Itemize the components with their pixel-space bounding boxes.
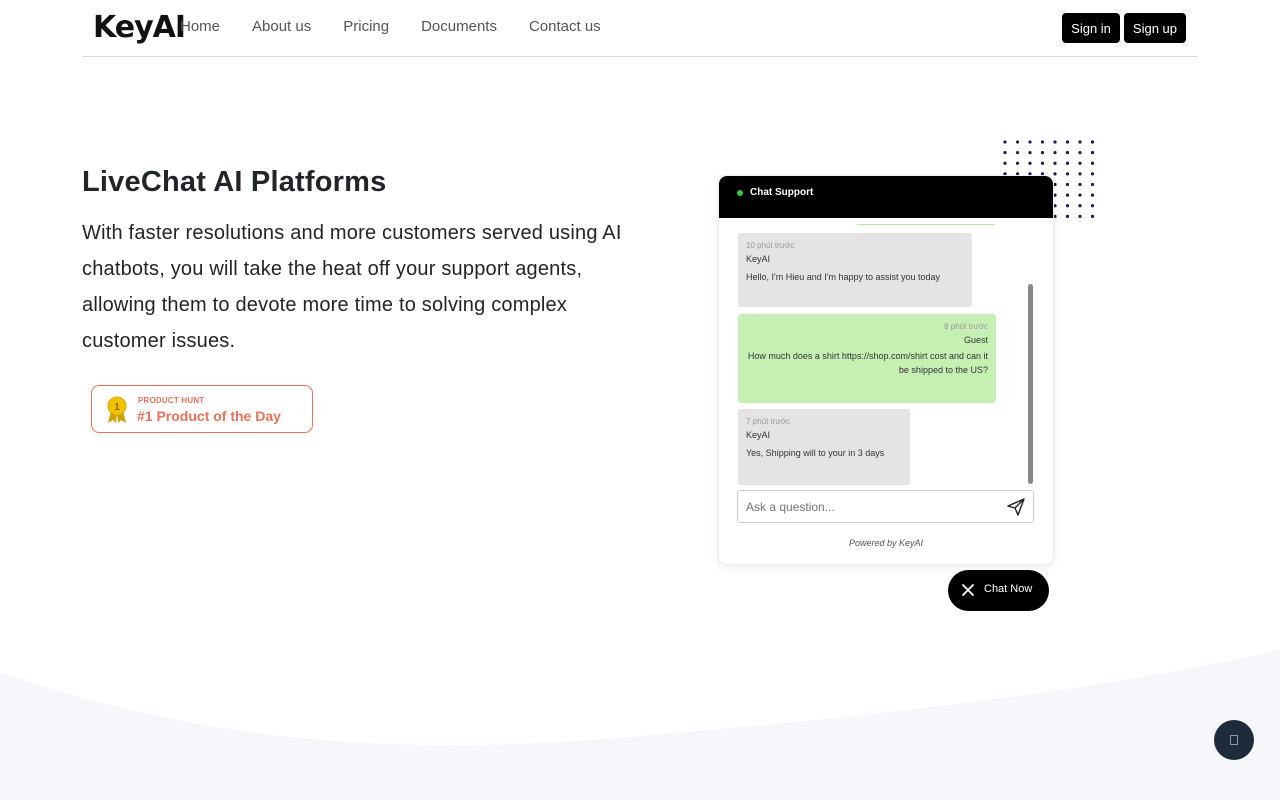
decorative-dot: [1065, 140, 1070, 144]
product-hunt-title: #1 Product of the Day: [137, 408, 281, 424]
chat-now-button[interactable]: Chat Now: [948, 570, 1049, 611]
message-time: 7 phút trước: [746, 417, 790, 426]
chat-header: Chat Support: [719, 176, 1053, 218]
decorative-dot: [1015, 151, 1020, 155]
message-text: Yes, Shipping will to your in 3 days: [746, 448, 885, 458]
medal-rank: 1: [114, 402, 120, 413]
decorative-dot: [1090, 151, 1095, 155]
message-text: Hello, I'm Hieu and I'm happy to assist …: [746, 272, 941, 282]
arrow-up-icon: [1230, 735, 1238, 745]
scroll-to-top-button[interactable]: [1214, 720, 1254, 760]
decorative-dot: [1090, 140, 1095, 144]
decorative-dot: [1090, 214, 1095, 218]
divider: [857, 224, 995, 225]
decorative-dot: [1003, 151, 1007, 155]
decorative-dot: [1028, 140, 1032, 144]
decorative-dot: [1078, 151, 1082, 155]
nav-link-home[interactable]: Home: [180, 18, 220, 35]
decorative-dot: [1015, 140, 1020, 144]
decorative-dot: [1065, 172, 1070, 176]
decorative-dot: [1065, 214, 1070, 218]
decorative-dot: [1053, 161, 1057, 165]
decorative-dot: [1090, 172, 1095, 176]
chat-message: 10 phút trước KeyAI Hello, I'm Hieu and …: [738, 233, 972, 307]
close-icon: [962, 584, 974, 596]
decorative-dot: [1065, 204, 1070, 208]
decorative-dot: [1065, 151, 1070, 155]
chat-message: 8 phút trước Guest How much does a shirt…: [738, 314, 996, 403]
decorative-dot: [1078, 193, 1082, 197]
sign-in-button[interactable]: Sign in: [1062, 13, 1120, 43]
nav-link-contact-us[interactable]: Contact us: [529, 18, 601, 35]
decorative-dot: [1028, 151, 1032, 155]
chat-message: 7 phút trước KeyAI Yes, Shipping will to…: [738, 409, 910, 485]
chat-widget-preview: Chat Support 10 phút trước KeyAI Hello, …: [718, 175, 1054, 565]
product-hunt-label: PRODUCT HUNT: [138, 396, 205, 405]
top-navigation: KeyAI Home About us Pricing Documents Co…: [82, 0, 1198, 57]
decorative-dot: [1065, 182, 1070, 187]
decorative-dot: [1053, 151, 1057, 155]
hero-title: LiveChat AI Platforms: [82, 166, 387, 198]
logo-text: KeyAI: [93, 10, 186, 45]
decorative-dot: [1090, 161, 1095, 165]
chat-question-input[interactable]: [737, 490, 1034, 523]
nav-link-about-us[interactable]: About us: [252, 18, 311, 35]
medal-icon: 1: [107, 396, 127, 423]
message-sender: KeyAI: [746, 254, 771, 264]
decorative-dot: [1040, 151, 1045, 155]
decorative-dot: [1078, 172, 1082, 176]
decorative-dot: [1053, 172, 1057, 176]
decorative-dot: [1040, 161, 1045, 165]
decorative-dot: [1078, 204, 1082, 208]
logo[interactable]: KeyAI: [93, 10, 186, 46]
decorative-dot: [1078, 140, 1082, 144]
decorative-dot: [1078, 214, 1082, 218]
sign-up-button[interactable]: Sign up: [1123, 13, 1186, 43]
message-time: 10 phút trước: [746, 241, 795, 250]
chat-scrollbar[interactable]: [1028, 284, 1033, 484]
nav-link-documents[interactable]: Documents: [421, 18, 497, 35]
chat-now-label: Chat Now: [984, 583, 1033, 595]
product-hunt-badge[interactable]: 1 PRODUCT HUNT #1 Product of the Day: [91, 385, 313, 433]
auth-actions: Sign in Sign up: [1062, 13, 1186, 43]
nav-link-pricing[interactable]: Pricing: [343, 18, 389, 35]
decorative-dot: [1090, 193, 1095, 197]
nav-links: Home About us Pricing Documents Contact …: [180, 18, 633, 35]
decorative-dot: [1053, 140, 1057, 144]
online-status-icon: [737, 190, 743, 196]
send-icon[interactable]: [1006, 497, 1026, 517]
decorative-dot: [1090, 182, 1095, 187]
section-wave-divider: [0, 650, 1280, 800]
decorative-dot: [1015, 161, 1020, 165]
decorative-dot: [1078, 161, 1082, 165]
decorative-dot: [1003, 161, 1007, 165]
decorative-dot: [1028, 161, 1032, 165]
decorative-dot: [1078, 182, 1082, 187]
message-text: How much does a shirt https://shop.com/s…: [747, 351, 988, 375]
decorative-dot: [1003, 140, 1007, 144]
decorative-dot: [1040, 140, 1045, 144]
decorative-dot: [1065, 193, 1070, 197]
decorative-dot: [1090, 204, 1095, 208]
message-sender: KeyAI: [746, 430, 771, 440]
hero-description: With faster resolutions and more custome…: [82, 222, 622, 352]
decorative-dot: [1065, 161, 1070, 165]
message-sender: Guest: [963, 335, 988, 345]
message-time: 8 phút trước: [944, 322, 988, 331]
chat-header-title: Chat Support: [750, 187, 814, 198]
powered-by-text: Powered by KeyAI: [848, 538, 924, 548]
